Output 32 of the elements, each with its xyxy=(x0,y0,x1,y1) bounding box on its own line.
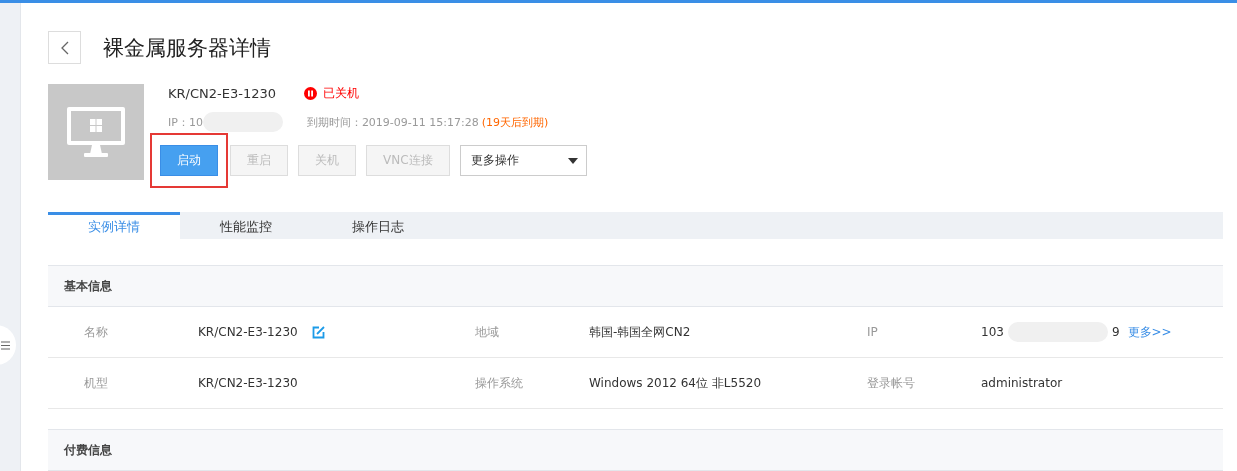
action-button[interactable]: 启动 xyxy=(160,145,218,176)
edit-icon[interactable] xyxy=(311,325,325,339)
field-label: 登录帐号 xyxy=(867,374,916,392)
menu-icon[interactable] xyxy=(0,340,10,350)
tab[interactable]: 实例详情 xyxy=(48,212,180,239)
field-value: KR/CN2-E3-1230 xyxy=(198,376,298,390)
field-label: 名称 xyxy=(84,323,109,341)
expiry-time: 到期时间：2019-09-11 15:17:28 xyxy=(306,114,479,130)
field-value: Windows 2012 64位 非L5520 xyxy=(589,374,762,392)
field-label: 操作系统 xyxy=(475,374,524,392)
monitor-icon xyxy=(66,106,126,158)
page-title: 裸金属服务器详情 xyxy=(103,34,271,62)
caret-icon xyxy=(567,157,578,164)
section-header: 付费信息 xyxy=(48,429,1223,471)
status-text: 已关机 xyxy=(322,84,359,102)
field-label: 地域 xyxy=(475,323,500,341)
field-value: KR/CN2-E3-1230 xyxy=(198,325,298,339)
field-value: 韩国-韩国全网CN2 xyxy=(589,323,691,341)
chevron-left-icon xyxy=(59,40,70,55)
more-link[interactable]: 更多>> xyxy=(1127,323,1172,341)
expiry-countdown: (19天后到期) xyxy=(481,114,549,130)
section-header: 基本信息 xyxy=(48,265,1223,307)
field-value: 103 xyxy=(981,325,1004,339)
field-value: 9 xyxy=(1111,325,1120,339)
field-value: administrator xyxy=(981,376,1063,390)
more-actions-dropdown[interactable]: 更多操作 xyxy=(459,145,587,176)
field-label: 机型 xyxy=(84,374,109,392)
server-name: KR/CN2-E3-1230 xyxy=(168,85,276,101)
field-label: IP xyxy=(867,325,879,339)
ip-address: IP：10 xyxy=(168,114,203,130)
back-button[interactable] xyxy=(48,31,81,64)
pause-icon xyxy=(303,86,317,100)
